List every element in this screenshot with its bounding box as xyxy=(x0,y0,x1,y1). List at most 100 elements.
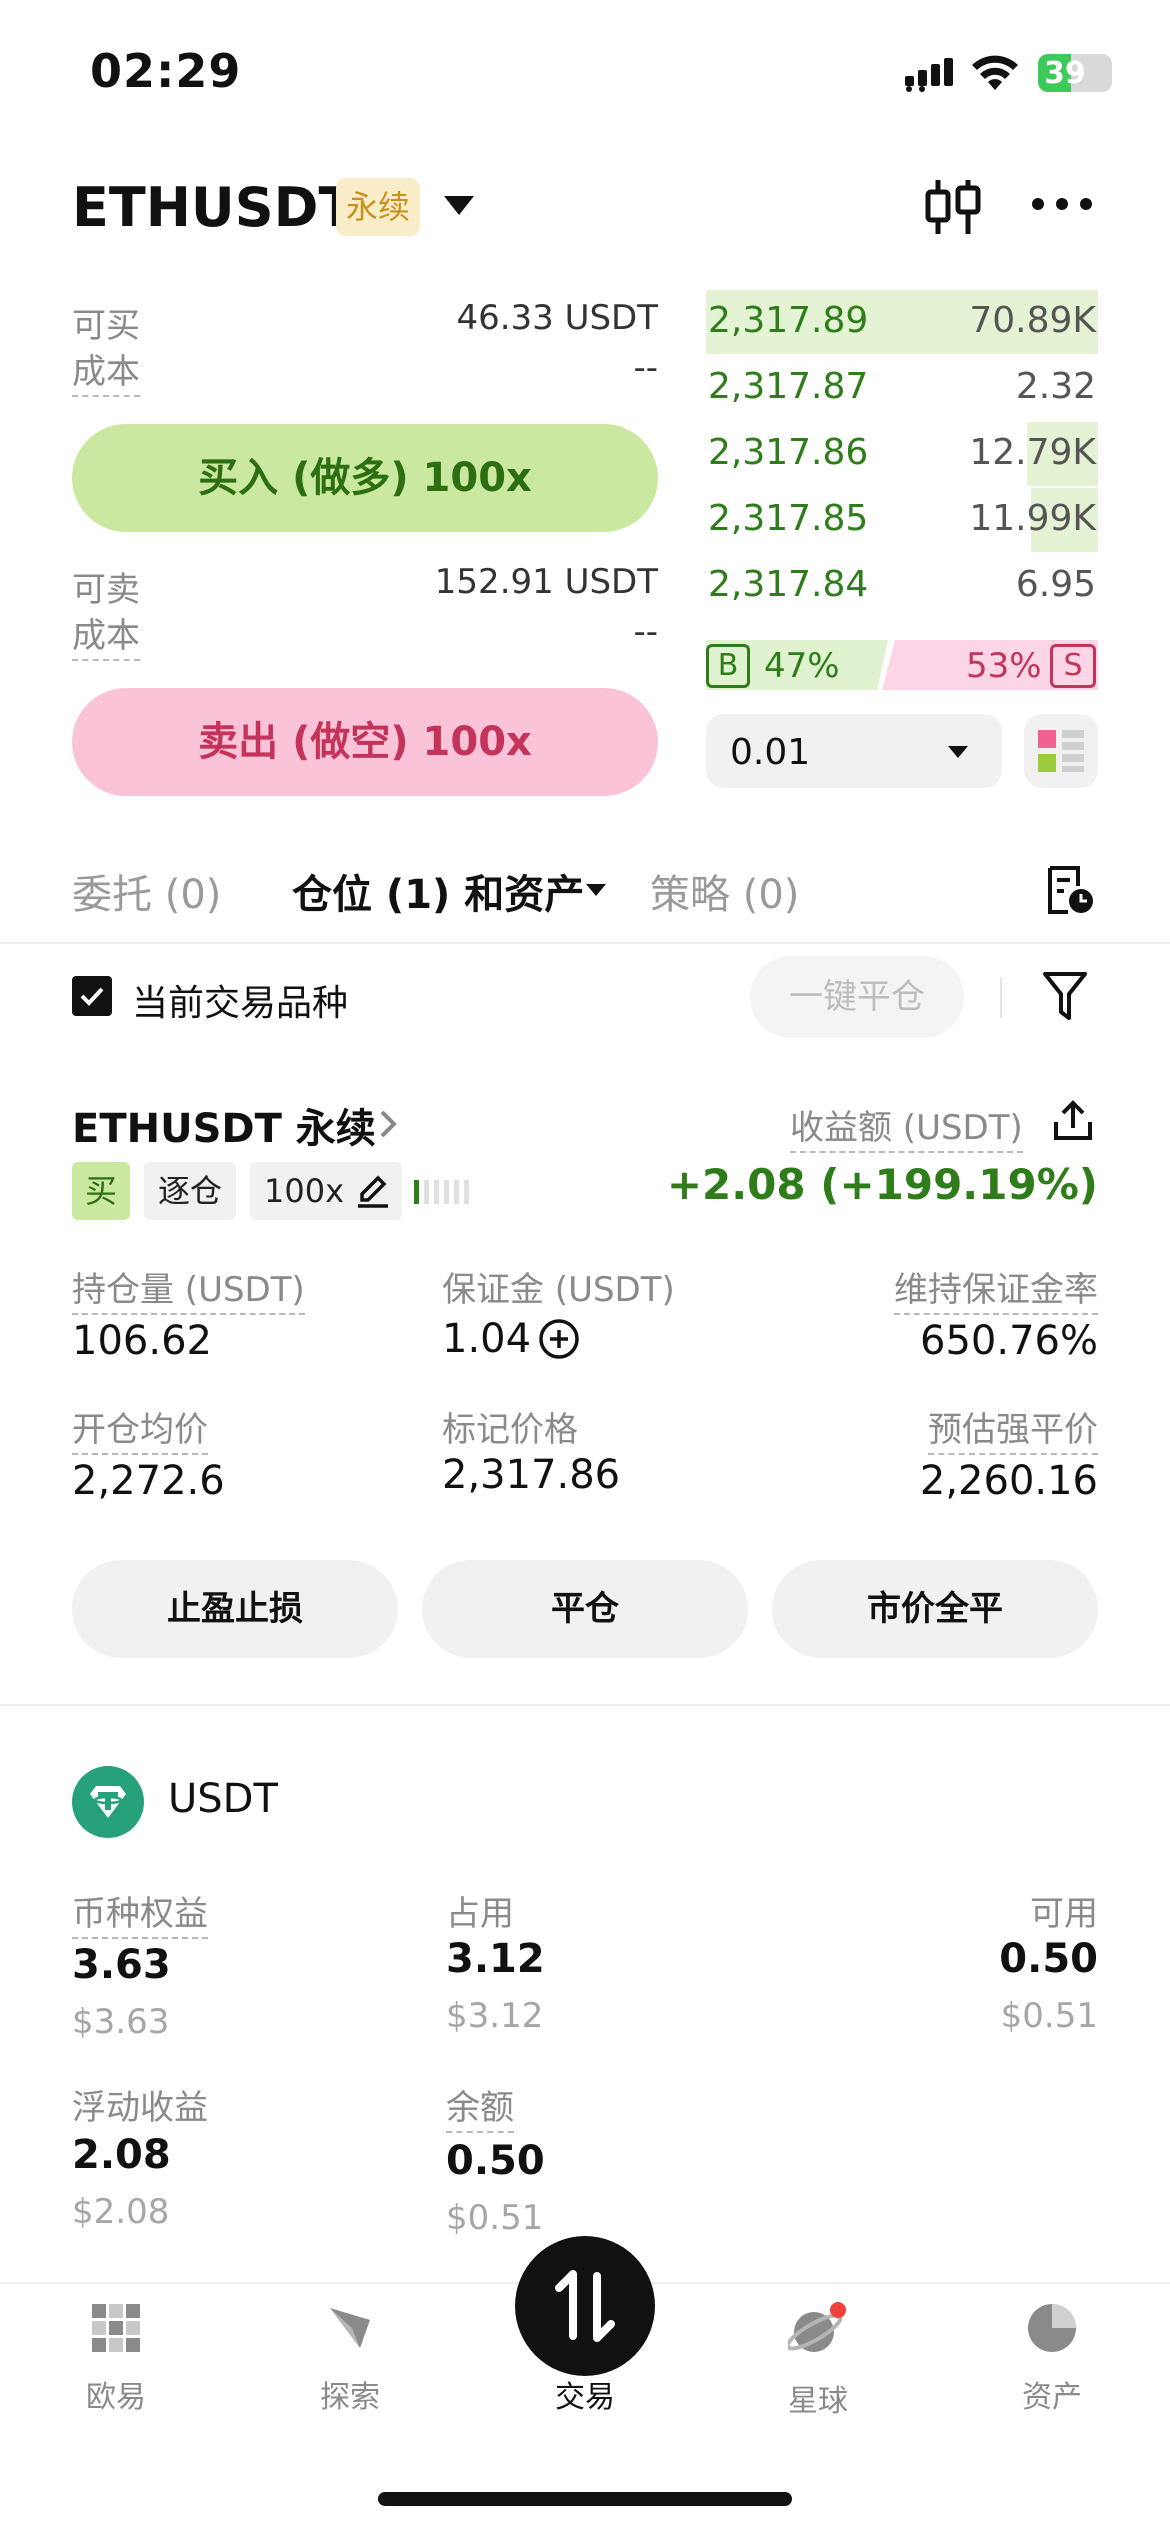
tabs-divider xyxy=(0,942,1170,944)
current-symbol-label[interactable]: 当前交易品种 xyxy=(132,974,348,1026)
close-all-button[interactable]: 一键平仓 xyxy=(750,956,964,1038)
depth-step-value: 0.01 xyxy=(730,732,811,773)
depth-step-select[interactable]: 0.01 xyxy=(706,714,1002,788)
orderbook-qty: 70.89K xyxy=(969,300,1096,341)
orderbook-price: 2,317.86 xyxy=(708,432,869,473)
leverage-value: 100x xyxy=(264,1172,345,1210)
mark-price-label: 标记价格 xyxy=(442,1410,578,1450)
floating-pnl-label: 浮动收益 xyxy=(72,2088,208,2128)
orderbook-price: 2,317.84 xyxy=(708,564,869,605)
entry-price-value: 2,272.6 xyxy=(72,1458,225,1504)
nav-trade-button[interactable] xyxy=(515,2236,655,2376)
orderbook-layout-icon xyxy=(1038,730,1084,772)
liq-price-label[interactable]: 预估强平价 xyxy=(928,1402,1098,1455)
equity-label[interactable]: 币种权益 xyxy=(72,1886,208,1939)
candlestick-chart-icon[interactable] xyxy=(922,176,984,238)
share-icon[interactable] xyxy=(1052,1100,1094,1142)
orderbook-layout-button[interactable] xyxy=(1024,714,1098,788)
close-position-button[interactable]: 平仓 xyxy=(422,1560,748,1658)
nav-home-label: 欧易 xyxy=(86,2380,146,2415)
equity-value: 3.63 xyxy=(72,1942,171,1988)
tab-positions-assets[interactable]: 仓位 (1) 和资产 xyxy=(292,862,584,920)
mark-price-value: 2,317.86 xyxy=(442,1452,621,1498)
entry-price-label[interactable]: 开仓均价 xyxy=(72,1402,208,1455)
pair-title[interactable]: ETHUSDT xyxy=(72,176,355,239)
orderbook-row[interactable]: 2,317.89 70.89K xyxy=(706,290,1098,354)
buy-available-label: 可买 xyxy=(72,306,140,346)
balance-usd: $0.51 xyxy=(446,2198,544,2238)
more-options-icon[interactable] xyxy=(1030,196,1094,212)
cellular-signal-icon xyxy=(905,58,953,92)
nav-planet-label: 星球 xyxy=(788,2384,848,2419)
add-margin-icon[interactable] xyxy=(538,1318,580,1360)
compass-icon xyxy=(330,2308,370,2348)
orderbook-row[interactable]: 2,317.86 12.79K xyxy=(706,422,1098,486)
asset-name: USDT xyxy=(168,1776,278,1822)
orderbook-row[interactable]: 2,317.87 2.32 xyxy=(706,356,1098,420)
nav-home[interactable]: 欧易 xyxy=(46,2302,186,2416)
orderbook-qty: 12.79K xyxy=(969,432,1096,473)
position-title[interactable]: ETHUSDT 永续 xyxy=(72,1096,376,1154)
balance-label[interactable]: 余额 xyxy=(446,2080,514,2133)
margin-label: 保证金 (USDT) xyxy=(442,1270,675,1310)
nav-explore[interactable]: 探索 xyxy=(280,2302,420,2416)
mmr-value: 650.76% xyxy=(920,1318,1098,1364)
sell-ratio-badge: S xyxy=(1050,644,1096,688)
nav-explore-label: 探索 xyxy=(320,2380,380,2415)
chevron-right-icon[interactable] xyxy=(378,1108,398,1140)
current-symbol-checkbox[interactable] xyxy=(72,976,112,1016)
orderbook-row[interactable]: 2,317.85 11.99K xyxy=(706,488,1098,552)
buy-available-value: 46.33 USDT xyxy=(456,298,658,338)
pair-dropdown-icon[interactable] xyxy=(444,196,474,215)
filter-icon[interactable] xyxy=(1042,970,1088,1022)
buy-long-button[interactable]: 买入 (做多) 100x xyxy=(72,424,658,532)
floating-pnl-usd: $2.08 xyxy=(72,2192,170,2232)
margin-value: 1.04 xyxy=(442,1316,532,1362)
tpsl-button[interactable]: 止盈止损 xyxy=(72,1560,398,1658)
buy-cost-label[interactable]: 成本 xyxy=(72,344,140,397)
trade-swap-icon xyxy=(555,2270,615,2342)
used-label: 占用 xyxy=(446,1894,514,1934)
balance-value: 0.50 xyxy=(446,2138,545,2184)
order-history-icon[interactable] xyxy=(1044,864,1096,916)
edit-leverage-icon[interactable] xyxy=(354,1172,392,1210)
sell-available-label: 可卖 xyxy=(72,570,140,610)
orderbook-price: 2,317.85 xyxy=(708,498,869,539)
nav-planet[interactable]: 星球 xyxy=(748,2302,888,2420)
position-size-label[interactable]: 持仓量 (USDT) xyxy=(72,1262,305,1315)
equity-usd: $3.63 xyxy=(72,2002,170,2042)
sell-short-button[interactable]: 卖出 (做空) 100x xyxy=(72,688,658,796)
checkmark-icon xyxy=(80,987,104,1006)
status-time: 02:29 xyxy=(90,44,242,98)
nav-assets[interactable]: 资产 xyxy=(982,2302,1122,2416)
available-label: 可用 xyxy=(1030,1894,1098,1934)
sell-available-value: 152.91 USDT xyxy=(434,562,658,602)
orderbook-qty: 6.95 xyxy=(1015,564,1096,605)
contract-type-badge: 永续 xyxy=(336,178,420,236)
position-size-value: 106.62 xyxy=(72,1318,212,1364)
nav-assets-label: 资产 xyxy=(1022,2380,1082,2415)
battery-icon: 39 xyxy=(1038,54,1112,92)
market-close-all-button[interactable]: 市价全平 xyxy=(772,1560,1098,1658)
tab-orders[interactable]: 委托 (0) xyxy=(72,862,221,920)
sell-cost-label[interactable]: 成本 xyxy=(72,608,140,661)
pnl-label[interactable]: 收益额 (USDT) xyxy=(790,1100,1023,1153)
mmr-label[interactable]: 维持保证金率 xyxy=(894,1262,1098,1315)
orderbook-qty: 11.99K xyxy=(969,498,1096,539)
planet-icon xyxy=(785,2302,846,2352)
buy-cost-value: -- xyxy=(633,348,658,388)
pnl-value: +2.08 (+199.19%) xyxy=(666,1160,1098,1209)
tab-strategies[interactable]: 策略 (0) xyxy=(650,862,799,920)
filter-separator xyxy=(1000,978,1002,1018)
okx-home-icon xyxy=(92,2304,140,2352)
position-side-badge: 买 xyxy=(72,1162,130,1220)
orderbook-row[interactable]: 2,317.84 6.95 xyxy=(706,554,1098,618)
nav-trade[interactable]: 交易 xyxy=(515,2372,655,2416)
buy-ratio-percent: 47% xyxy=(764,646,840,686)
home-indicator xyxy=(378,2492,792,2506)
section-divider xyxy=(0,1704,1170,1706)
tether-logo-icon xyxy=(72,1766,144,1838)
tab-dropdown-icon[interactable] xyxy=(586,884,606,896)
used-value: 3.12 xyxy=(446,1936,545,1982)
used-usd: $3.12 xyxy=(446,1996,544,2036)
